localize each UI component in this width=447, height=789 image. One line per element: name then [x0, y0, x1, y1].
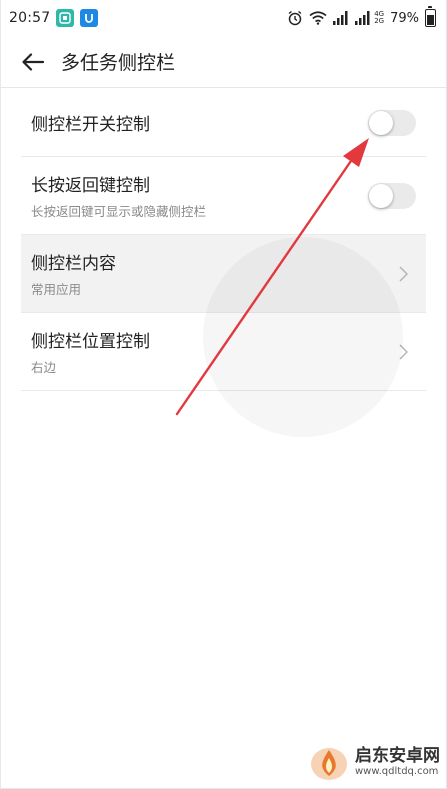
setting-text: 长按返回键控制 长按返回键可显示或隐藏侧控栏 [31, 171, 426, 220]
setting-sidebar-content[interactable]: 侧控栏内容 常用应用 [21, 235, 426, 313]
screen: 20:57 4G 2G 79% 多任务侧控栏 侧控栏开关控制 长按返回键控制 长… [0, 0, 447, 789]
screenshot-app-icon [56, 9, 75, 27]
u-app-icon [80, 9, 99, 27]
alarm-icon [287, 10, 303, 26]
back-arrow-icon [22, 52, 44, 71]
watermark: 启东安卓网 www.qdltdq.com [307, 742, 440, 782]
setting-text: 侧控栏内容 常用应用 [31, 249, 426, 298]
watermark-text: 启东安卓网 www.qdltdq.com [355, 747, 440, 777]
status-left: 20:57 [9, 9, 99, 27]
settings-list: 侧控栏开关控制 长按返回键控制 长按返回键可显示或隐藏侧控栏 侧控栏内容 常用应… [21, 89, 426, 391]
back-button[interactable] [13, 42, 53, 82]
toggle-knob [369, 110, 393, 135]
watermark-url: www.qdltdq.com [355, 765, 439, 777]
signal-icon [333, 11, 349, 25]
status-time: 20:57 [9, 10, 51, 26]
network-type-2: 2G [374, 17, 385, 25]
signal-icon [355, 11, 371, 25]
setting-long-press-back[interactable]: 长按返回键控制 长按返回键可显示或隐藏侧控栏 [21, 157, 426, 235]
battery-percent: 79% [390, 10, 419, 26]
long-press-back-toggle[interactable] [368, 182, 416, 209]
battery-fill [427, 15, 434, 25]
setting-sidebar-position[interactable]: 侧控栏位置控制 右边 [21, 313, 426, 391]
wifi-icon [309, 11, 327, 25]
setting-text: 侧控栏位置控制 右边 [31, 327, 426, 376]
sidebar-switch-toggle[interactable] [368, 109, 416, 136]
header: 多任务侧控栏 [1, 36, 446, 88]
network-label: 4G 2G [374, 11, 384, 25]
toggle-knob [369, 183, 393, 208]
setting-title: 侧控栏开关控制 [31, 115, 150, 135]
setting-title: 侧控栏内容 [31, 254, 116, 274]
status-bar: 20:57 4G 2G 79% [1, 0, 446, 36]
setting-title: 侧控栏位置控制 [31, 332, 150, 352]
setting-sidebar-switch[interactable]: 侧控栏开关控制 [21, 89, 426, 157]
chevron-right-icon [399, 343, 408, 360]
setting-subtitle: 右边 [31, 360, 57, 375]
setting-text: 侧控栏开关控制 [31, 110, 426, 135]
battery-icon [425, 6, 436, 27]
watermark-name: 启东安卓网 [355, 746, 440, 767]
page-title: 多任务侧控栏 [61, 52, 176, 74]
setting-subtitle: 长按返回键可显示或隐藏侧控栏 [31, 204, 207, 219]
setting-title: 长按返回键控制 [31, 176, 150, 196]
status-right: 4G 2G 79% [287, 6, 436, 27]
chevron-right-icon [399, 265, 408, 282]
watermark-logo-icon [307, 742, 351, 782]
setting-subtitle: 常用应用 [31, 282, 82, 297]
